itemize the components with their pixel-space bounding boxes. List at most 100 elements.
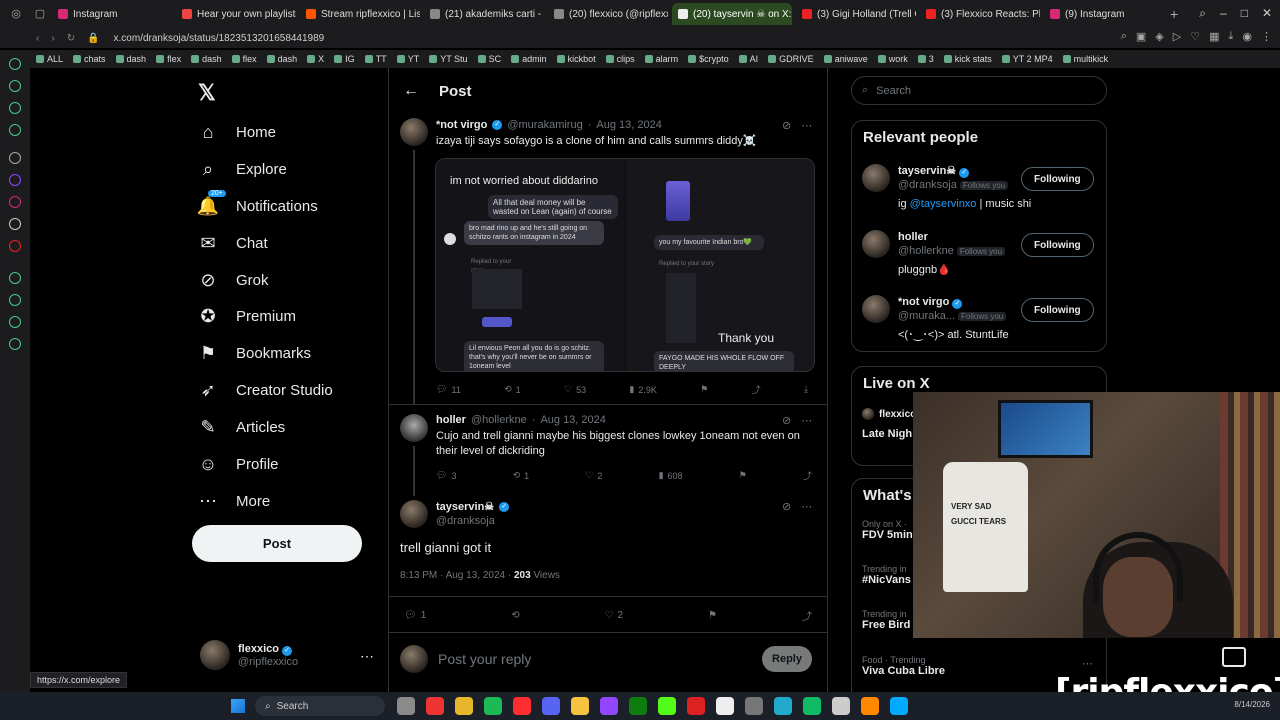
bookmark-icon[interactable]: ⚑ [708,608,717,623]
grok-icon[interactable]: ⊘ [782,119,791,132]
main-tweet-header[interactable]: tayservin☠ ✓ @dranksoja [436,500,510,527]
bookmark-item[interactable]: $crypto [688,54,729,64]
site-info-icon[interactable]: 🔒 [87,33,99,44]
taskbar-app-icon[interactable] [426,697,444,715]
download-icon[interactable]: ⤓ [804,383,808,396]
bookmark-item[interactable]: dash [266,54,297,64]
bookmark-item[interactable]: flex [231,54,257,64]
post-button[interactable]: Post [192,525,362,562]
bookmark-item[interactable]: ALL [36,54,63,64]
nav-item-home[interactable]: ⌂ Home [196,116,276,148]
sidebar-app-icon[interactable] [9,58,21,70]
bookmark-item[interactable]: IG [334,54,355,64]
tweet-date[interactable]: Aug 13, 2024 [596,119,661,131]
browser-tab[interactable]: (20) tayservin ☠ on X: ' [672,3,792,25]
avatar[interactable] [400,500,428,528]
avatar[interactable] [400,118,428,146]
taskbar-search[interactable]: ⌕ Search [255,696,385,716]
taskbar-app-icon[interactable] [832,697,850,715]
bookmark-item[interactable]: YT Stu [429,54,468,64]
share-icon[interactable]: ⤴ [752,383,761,396]
grok-icon[interactable]: ⊘ [782,500,791,513]
sidebar-app-icon[interactable] [9,124,21,136]
following-button[interactable]: Following [1021,298,1094,322]
nav-item-creator-studio[interactable]: ➶ Creator Studio [196,374,332,406]
menu-icon[interactable]: ⋮ [1261,30,1272,43]
bookmark-item[interactable]: SC [477,54,501,64]
person-card[interactable]: holler @hollerkne Follows you pluggnb🩸 [862,230,1006,277]
taskbar-clock[interactable]: 8/14/2026 [1234,700,1270,709]
taskbar-app-icon[interactable] [745,697,763,715]
settings-icon[interactable] [9,338,21,350]
live-item[interactable]: flexxico [862,408,916,420]
bookmark-item[interactable]: kick stats [943,54,992,64]
bookmark-item[interactable]: multikick [1062,54,1108,64]
bookmark-item[interactable]: admin [511,54,547,64]
browser-tab[interactable]: (9) Instagram [1044,3,1164,25]
tweet-author[interactable]: *not virgo [436,119,487,131]
nav-item-chat[interactable]: ✉ Chat [196,227,267,259]
browser-tab[interactable]: Hear your own playlists [176,3,296,25]
bookmark-item[interactable]: AI [738,54,758,64]
share-icon[interactable]: ⤴ [803,469,812,482]
spotify-icon[interactable] [484,697,502,715]
profile-icon[interactable]: ◉ [1242,30,1252,43]
avatar[interactable] [400,414,428,442]
new-tab-button[interactable]: + [1170,6,1178,22]
sidebar-app-icon[interactable] [9,316,21,328]
person-card[interactable]: *not virgo ✓ @muraka... Follows you <(･‿･<)… [862,295,1009,342]
bookmark-item[interactable]: flex [156,54,181,64]
tab-actions-icon[interactable]: ▢ [32,6,48,22]
tweet-date[interactable]: Aug 13, 2024 [540,414,605,426]
bookmark-item[interactable]: aniwave [823,54,868,64]
bookmark-icon[interactable]: ⚑ [739,469,747,482]
more-icon[interactable]: ⋯ [801,119,812,132]
tweet-handle[interactable]: @murakamirug [507,119,582,131]
tweet-timestamp[interactable]: 8:13 PM · Aug 13, 2024 · [400,570,511,581]
folder-icon[interactable] [571,697,589,715]
trend-item[interactable]: Trending in Free Bird [862,609,910,631]
like-action[interactable]: ♡ 2 [605,608,624,623]
obs-icon[interactable] [716,697,734,715]
taskbar-app-icon[interactable] [397,697,415,715]
following-button[interactable]: Following [1021,233,1094,257]
browser-tab[interactable]: (3) Gigi Holland (Trell Gi [796,3,916,25]
history-icon[interactable] [9,294,21,306]
more-icon[interactable]: ⋯ [1082,657,1093,670]
tweet-author[interactable]: tayservin☠ [436,500,494,513]
repost-action[interactable]: ⟲ 1 [504,383,521,396]
chrome-icon[interactable] [455,697,473,715]
trend-item[interactable]: Food · Trending Viva Cuba Libre [862,655,945,677]
person-card[interactable]: tayservin☠ ✓ @dranksoja Follows you ig @tay… [862,164,1031,211]
nav-item-profile[interactable]: ☺ Profile [196,448,279,480]
bookmark-icon[interactable]: ⚑ [700,383,708,396]
zoom-icon[interactable]: ⌕ [1121,30,1127,43]
bookmark-item[interactable]: clips [605,54,635,64]
like-action[interactable]: ♡ 2 [585,469,602,482]
instagram-icon[interactable] [9,196,21,208]
live-title[interactable]: Late Nigh [862,428,912,440]
extension-icon[interactable]: ▦ [1209,30,1219,43]
close-icon[interactable]: ✕ [1262,6,1272,21]
tweet-handle[interactable]: @dranksoja [436,515,509,527]
sidebar-app-icon[interactable] [9,152,21,164]
reply-action[interactable]: 💬︎ 11 [436,383,461,396]
forward-icon[interactable]: › [51,33,54,44]
share-icon[interactable]: ⤴ [802,608,812,623]
bookmark-item[interactable]: YT 2 MP4 [1001,54,1053,64]
browser-tab[interactable]: (20) flexxico (@ripflexx [548,3,668,25]
browser-tab[interactable]: (21) akademiks carti - Se [424,3,544,25]
repost-icon[interactable]: ⟲ [511,608,519,623]
x-icon[interactable] [9,218,21,230]
maximize-icon[interactable]: □ [1241,6,1248,21]
edge-icon[interactable] [890,697,908,715]
nav-item-grok[interactable]: ⊘ Grok [196,264,268,296]
reply-action[interactable]: 💬︎ 3 [436,469,456,482]
like-action[interactable]: ♡ 53 [564,383,586,396]
tweet-author[interactable]: holler [436,414,466,426]
reply-input[interactable]: Post your reply [438,651,531,667]
taskbar-app-icon[interactable] [687,697,705,715]
back-arrow-icon[interactable]: ← [403,82,419,100]
bookmark-item[interactable]: dash [191,54,222,64]
bookmark-item[interactable]: GDRIVE [768,54,814,64]
